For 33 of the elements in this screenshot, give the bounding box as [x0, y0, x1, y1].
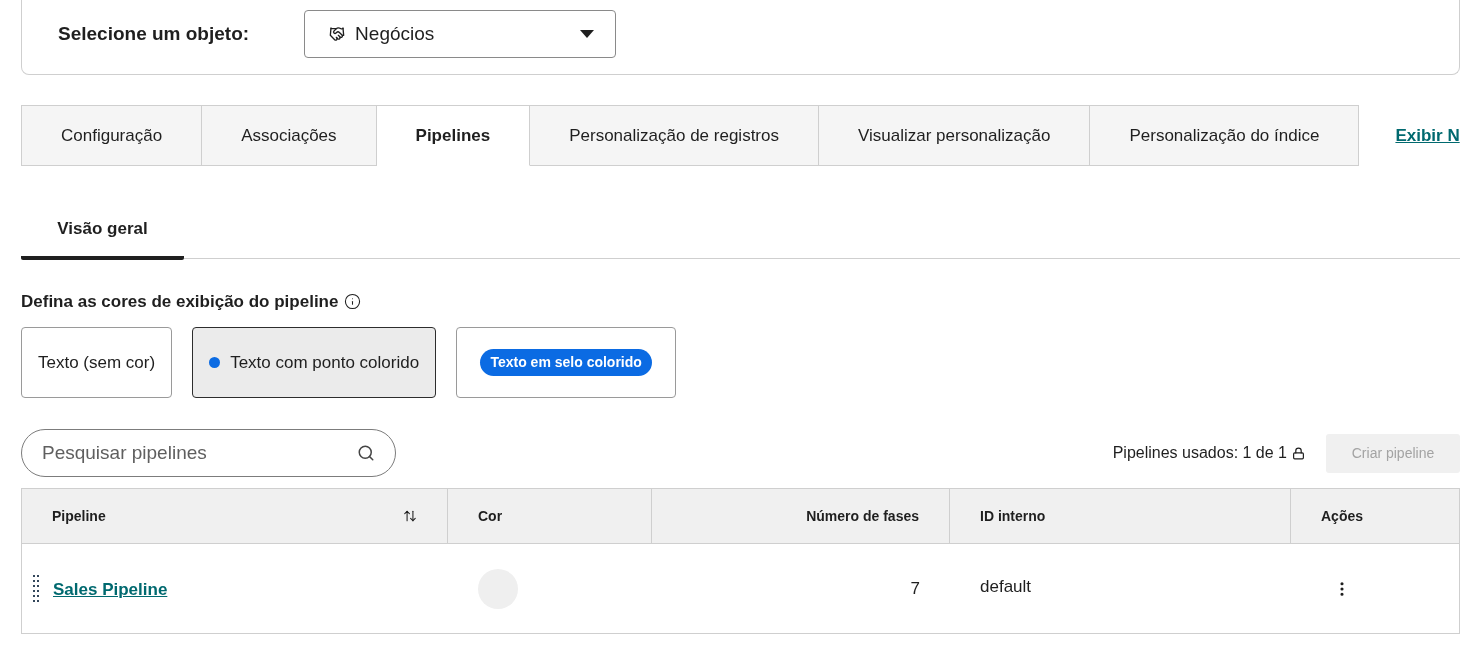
usage-text: Pipelines usados: 1 de 1	[1112, 443, 1287, 463]
display-option[interactable]: Texto (sem cor)	[21, 327, 173, 398]
tab-bar-link[interactable]: Exibir N	[1395, 122, 1460, 149]
info-icon[interactable]	[344, 292, 362, 310]
dot-icon	[209, 357, 221, 368]
table-cell-text: default	[980, 575, 1032, 598]
tab[interactable]: Configuração	[21, 105, 203, 166]
column-header: ID interno	[980, 506, 1046, 526]
display-option[interactable]: Texto com ponto colorido	[192, 327, 437, 398]
column-header: Pipeline	[52, 506, 106, 526]
subtab[interactable]: Visão geral	[21, 207, 184, 260]
drag-handle-icon[interactable]	[33, 575, 39, 602]
column-header: Cor	[478, 506, 503, 526]
tab[interactable]: Visualizar personalização	[819, 105, 1091, 166]
pipeline-link[interactable]: Sales Pipeline	[53, 574, 168, 603]
display-option[interactable]: Texto em selo colorido	[456, 327, 677, 398]
search-field[interactable]: Pesquisar pipelines	[21, 429, 396, 477]
column-header: Ações	[1321, 506, 1364, 526]
table-cell-text: 7	[910, 577, 920, 600]
search-icon[interactable]	[357, 444, 375, 462]
tab[interactable]: Associações	[202, 105, 377, 166]
field-label: Selecione um objeto:	[58, 21, 250, 46]
tab[interactable]: Personalização do índice	[1090, 105, 1360, 166]
object-dropdown[interactable]: Negócios	[304, 10, 617, 58]
column-header: Número de fases	[806, 506, 919, 526]
sort-icon[interactable]	[403, 509, 417, 523]
handshake-icon	[329, 26, 346, 42]
sample-badge: Texto em selo colorido	[480, 349, 652, 376]
lock-icon	[1292, 446, 1305, 460]
section-title: Defina as cores de exibição do pipeline	[21, 290, 339, 313]
tab[interactable]: Pipelines	[376, 105, 531, 166]
tab[interactable]: Personalização de registros	[530, 105, 819, 166]
caret-icon	[580, 30, 595, 38]
